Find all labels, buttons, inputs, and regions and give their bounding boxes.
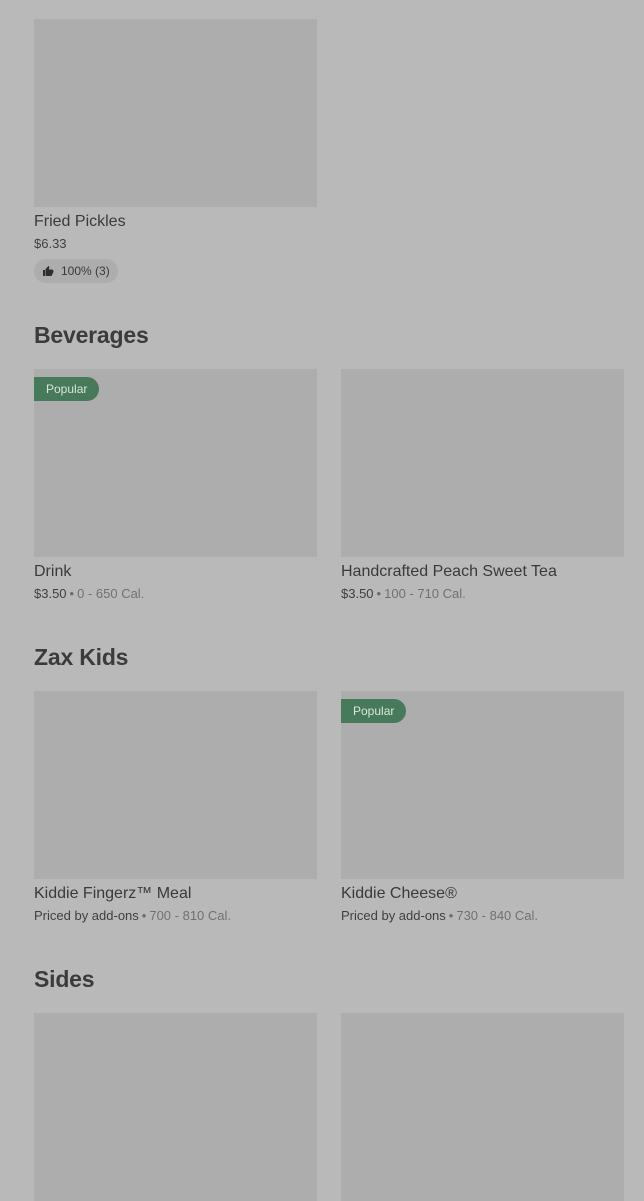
section-title-beverages: Beverages [34, 322, 149, 348]
menu-item-card[interactable]: Kiddie Fingerz™ Meal Priced by add-ons • 7… [34, 691, 317, 924]
thumbs-up-icon [43, 266, 54, 276]
menu-item-name: Kiddie Fingerz™ Meal [34, 885, 192, 902]
separator-dot: • [141, 908, 147, 923]
separator-dot: • [376, 586, 382, 601]
menu-item-price: Priced by add-ons [34, 908, 139, 923]
menu-item-name: Drink [34, 563, 72, 580]
menu-item-image[interactable] [34, 691, 317, 879]
menu-item-card[interactable]: Popular Drink $3.50 • 0 - 650 Cal. [34, 369, 317, 602]
popular-badge: Popular [34, 377, 100, 401]
separator-dot: • [69, 586, 75, 601]
menu-item-meta: $3.50 • 0 - 650 Cal. [34, 585, 317, 602]
menu-item-calories: 100 - 710 Cal. [384, 586, 466, 601]
menu-item-card[interactable] [34, 1013, 317, 1201]
menu-item-meta: $6.33 [34, 235, 317, 252]
rating-text: 100% (3) [61, 264, 110, 278]
menu-item-calories: 700 - 810 Cal. [149, 908, 232, 923]
section-title-sides: Sides [34, 966, 95, 992]
menu-item-card[interactable]: Fried Pickles $6.33 100% (3) [34, 19, 317, 283]
popular-badge: Popular [341, 699, 407, 723]
menu-item-meta: Priced by add-ons • 700 - 810 Cal. [34, 907, 317, 924]
menu-item-image[interactable] [341, 1013, 624, 1201]
menu-item-price: Priced by add-ons [341, 908, 446, 923]
menu-item-image[interactable]: Popular [341, 691, 624, 879]
menu-item-meta: $3.50 • 100 - 710 Cal. [341, 585, 624, 602]
menu-item-price: $3.50 [341, 586, 374, 601]
menu-item-image[interactable] [341, 369, 624, 557]
menu-item-card[interactable]: Popular Kiddie Cheese® Priced by add-ons… [341, 691, 624, 924]
menu-item-card[interactable]: Handcrafted Peach Sweet Tea $3.50 • 100 - … [341, 369, 624, 602]
menu-item-image[interactable]: Popular [34, 369, 317, 557]
menu-item-image[interactable] [34, 1013, 317, 1201]
menu-item-name: Handcrafted Peach Sweet Tea [341, 563, 557, 580]
menu-item-card[interactable] [341, 1013, 624, 1201]
menu-item-price: $3.50 [34, 586, 67, 601]
menu-item-meta: Priced by add-ons • 730 - 840 Cal. [341, 907, 624, 924]
menu-item-name: Fried Pickles [34, 213, 126, 230]
separator-dot: • [448, 908, 454, 923]
section-title-zax-kids: Zax Kids [34, 644, 129, 670]
menu-item-name: Kiddie Cheese® [341, 885, 457, 902]
menu-item-calories: 0 - 650 Cal. [77, 586, 145, 601]
menu-item-calories: 730 - 840 Cal. [456, 908, 539, 923]
menu-item-image[interactable] [34, 19, 317, 207]
menu-item-price: $6.33 [34, 236, 67, 251]
rating-badge: 100% (3) [34, 259, 118, 283]
